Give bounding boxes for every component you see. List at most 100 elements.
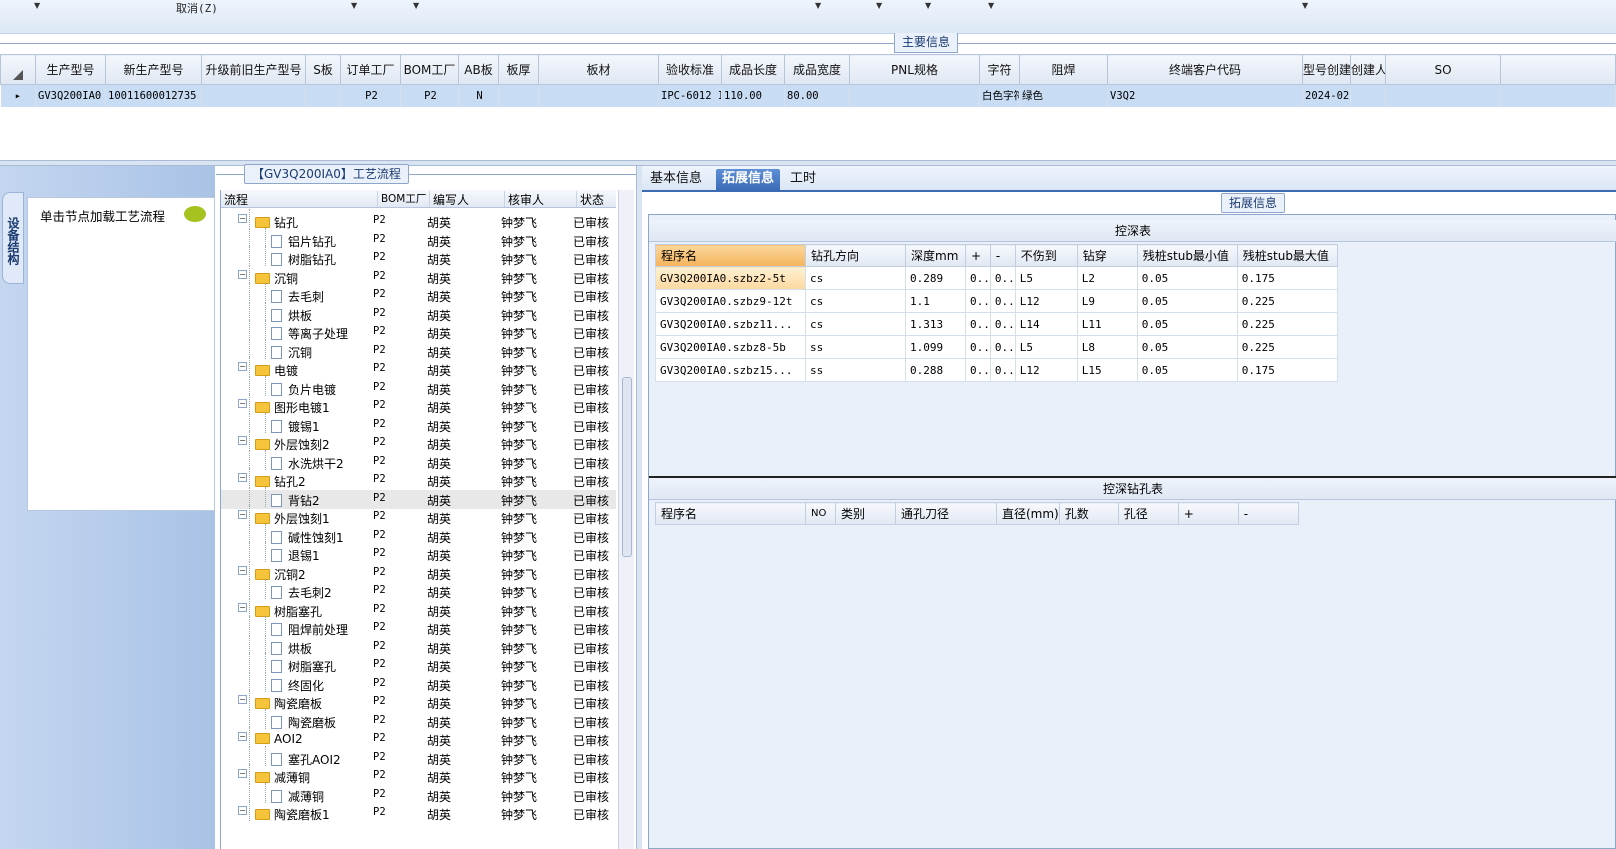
hole-col-header[interactable]: 程序名 (655, 502, 806, 525)
depth-cell[interactable]: 0.05 (1136, 312, 1238, 336)
depth-cell[interactable]: 1.099 (905, 335, 966, 359)
depth-cell[interactable]: 0.. (989, 289, 1016, 313)
depth-cell[interactable]: L5 (1014, 266, 1078, 290)
collapse-icon[interactable]: − (238, 695, 247, 704)
main-cell[interactable]: 绿色 (1019, 84, 1108, 107)
depth-cell[interactable]: GV3Q200IA0.szbz9-12t (655, 289, 806, 313)
tree-row[interactable]: − 沉铜2 P2 胡英 钟梦飞 已审核 (221, 560, 616, 583)
dropdown-arrow-icon[interactable]: ▼ (1302, 1, 1308, 10)
depth-cell[interactable]: GV3Q200IA0.szbz11... (655, 312, 806, 336)
main-info-row[interactable]: ▸GV3Q200IA010011600012735P2P2NIPC-6012 I… (0, 84, 1616, 107)
depth-cell[interactable]: L15 (1076, 358, 1138, 382)
tree-row[interactable]: − 图形电镀1 P2 胡英 钟梦飞 已审核 (221, 394, 616, 416)
process-tree-scrollbar[interactable] (618, 190, 634, 849)
collapse-icon[interactable]: − (238, 362, 247, 371)
depth-cell[interactable]: 0.. (965, 312, 991, 336)
collapse-icon[interactable]: − (238, 565, 247, 575)
tree-row[interactable]: 铝片钻孔 P2 胡英 钟梦飞 已审核 (221, 227, 616, 250)
tree-row[interactable]: − 外层蚀刻1 P2 胡英 钟梦飞 已审核 (221, 505, 616, 527)
tree-row[interactable]: 去毛刺2 P2 胡英 钟梦飞 已审核 (221, 579, 616, 601)
tree-row[interactable]: − 钻孔 P2 胡英 钟梦飞 已审核 (221, 209, 616, 231)
tree-row[interactable]: − AOI2 P2 胡英 钟梦飞 已审核 (221, 727, 616, 749)
depth-cell[interactable]: 0.225 (1236, 312, 1338, 336)
tree-row[interactable]: − 外层蚀刻2 P2 胡英 钟梦飞 已审核 (221, 431, 616, 453)
cancel-button[interactable]: 取消(Z) (176, 0, 218, 16)
depth-cell[interactable]: ss (805, 335, 906, 359)
depth-row[interactable]: GV3Q200IA0.szbz2-5t cs 0.289 0.. 0.. L5 L2 0.05… (655, 266, 1338, 290)
collapse-icon[interactable]: − (238, 269, 247, 279)
main-cell[interactable]: 2024-02-20 14:37:24 (1302, 84, 1351, 107)
main-col-header[interactable]: 字符 (979, 54, 1020, 85)
tree-row[interactable]: 减薄铜 P2 胡英 钟梦飞 已审核 (221, 782, 616, 805)
depth-cell[interactable]: L12 (1014, 358, 1078, 382)
hole-col-header[interactable]: 孔数 (1058, 502, 1119, 525)
tree-row[interactable]: 镀锡1 P2 胡英 钟梦飞 已审核 (221, 412, 616, 435)
depth-cell[interactable]: L8 (1076, 335, 1138, 359)
depth-cell[interactable]: L2 (1076, 266, 1138, 290)
depth-cell[interactable]: ss (805, 358, 906, 382)
depth-cell[interactable]: 0.. (989, 266, 1016, 290)
main-cell[interactable]: N (458, 84, 499, 107)
tree-row[interactable]: 塞孔AOI2 P2 胡英 钟梦飞 已审核 (221, 745, 616, 768)
tab-device-structure[interactable]: 设备结构 (2, 192, 24, 284)
depth-col-header[interactable]: + (965, 244, 991, 267)
main-col-header[interactable]: SO (1385, 54, 1501, 85)
main-col-header[interactable]: 升级前旧生产型号 (201, 54, 306, 85)
hole-col-header[interactable]: NO (805, 502, 836, 525)
depth-cell[interactable]: 0.. (965, 289, 991, 313)
tree-row[interactable]: 烘板 P2 胡英 钟梦飞 已审核 (221, 634, 616, 657)
dropdown-arrow-icon[interactable]: ▼ (988, 1, 994, 10)
depth-col-header[interactable]: 程序名 (655, 244, 806, 267)
main-col-header[interactable]: PNL规格 (849, 54, 980, 85)
collapse-icon[interactable]: − (238, 214, 247, 223)
tree-row[interactable]: − 钻孔2 P2 胡英 钟梦飞 已审核 (221, 468, 616, 490)
tab-basic-info[interactable]: 基本信息 (644, 169, 708, 191)
main-col-header[interactable]: 创建人 (1350, 54, 1386, 85)
tree-row[interactable]: 烘板 P2 胡英 钟梦飞 已审核 (221, 301, 616, 324)
main-col-header[interactable]: 成品长度 (721, 54, 785, 85)
main-col-header[interactable]: AB板 (458, 54, 499, 85)
header-flow[interactable]: 流程 (221, 191, 378, 207)
tree-row[interactable]: 终固化 P2 胡英 钟梦飞 已审核 (221, 671, 616, 694)
depth-cell[interactable]: 1.313 (905, 312, 966, 336)
depth-col-header[interactable]: 钻孔方向 (805, 244, 906, 267)
main-col-header[interactable]: 阻焊 (1019, 54, 1108, 85)
dropdown-arrow-icon[interactable]: ▼ (876, 1, 882, 10)
depth-cell[interactable]: L14 (1014, 312, 1078, 336)
depth-cell[interactable]: GV3Q200IA0.szbz8-5b (655, 335, 806, 359)
depth-row[interactable]: GV3Q200IA0.szbz11... cs 1.313 0.. 0.. L14 L11 0… (655, 312, 1338, 336)
depth-cell[interactable]: 0.05 (1136, 335, 1238, 359)
depth-col-header[interactable]: 深度mm (905, 244, 966, 267)
depth-cell[interactable]: cs (805, 289, 906, 313)
main-cell[interactable]: 80.00 (784, 84, 850, 107)
main-col-header[interactable]: 成品宽度 (784, 54, 850, 85)
main-col-header[interactable]: 终端客户代码 (1107, 54, 1303, 85)
tree-row[interactable]: 水洗烘干2 P2 胡英 钟梦飞 已审核 (221, 449, 616, 472)
depth-row[interactable]: GV3Q200IA0.szbz8-5b ss 1.099 0.. 0.. L5 L8 0.05… (655, 335, 1338, 359)
depth-cell[interactable]: 0.05 (1136, 289, 1238, 313)
collapse-icon[interactable]: − (238, 473, 247, 482)
tree-row[interactable]: 等离子处理 P2 胡英 钟梦飞 已审核 (221, 320, 616, 342)
depth-cell[interactable]: L9 (1076, 289, 1138, 313)
main-cell[interactable]: IPC-6012 II级 (658, 84, 722, 107)
hole-col-header[interactable]: + (1177, 502, 1239, 525)
tree-row[interactable]: − 电镀 P2 胡英 钟梦飞 已审核 (221, 357, 616, 379)
hole-col-header[interactable]: 直径(mm) (996, 502, 1060, 525)
depth-col-header[interactable]: 残桩stub最小值 (1136, 244, 1238, 267)
collapse-icon[interactable]: − (238, 602, 247, 612)
main-col-header[interactable]: BOM工厂 (400, 54, 459, 85)
tree-row[interactable]: 去毛刺 P2 胡英 钟梦飞 已审核 (221, 283, 616, 305)
dropdown-arrow-icon[interactable]: ▼ (815, 1, 821, 10)
tree-row[interactable]: 退锡1 P2 胡英 钟梦飞 已审核 (221, 542, 616, 564)
tree-row[interactable]: 树脂塞孔 P2 胡英 钟梦飞 已审核 (221, 653, 616, 675)
depth-cell[interactable]: cs (805, 312, 906, 336)
tree-row[interactable]: 树脂钻孔 P2 胡英 钟梦飞 已审核 (221, 246, 616, 268)
main-cell[interactable]: P2 (340, 84, 401, 107)
depth-cell[interactable]: 0.05 (1136, 266, 1238, 290)
depth-col-header[interactable]: 不伤到 (1014, 244, 1078, 267)
depth-cell[interactable]: cs (805, 266, 906, 290)
main-cell[interactable]: 10011600012735 (105, 84, 202, 107)
tab-work-hours[interactable]: 工时 (784, 169, 822, 191)
main-col-header[interactable]: 生产型号 (35, 54, 106, 85)
main-col-header[interactable]: 型号创建时间 (1302, 54, 1351, 85)
